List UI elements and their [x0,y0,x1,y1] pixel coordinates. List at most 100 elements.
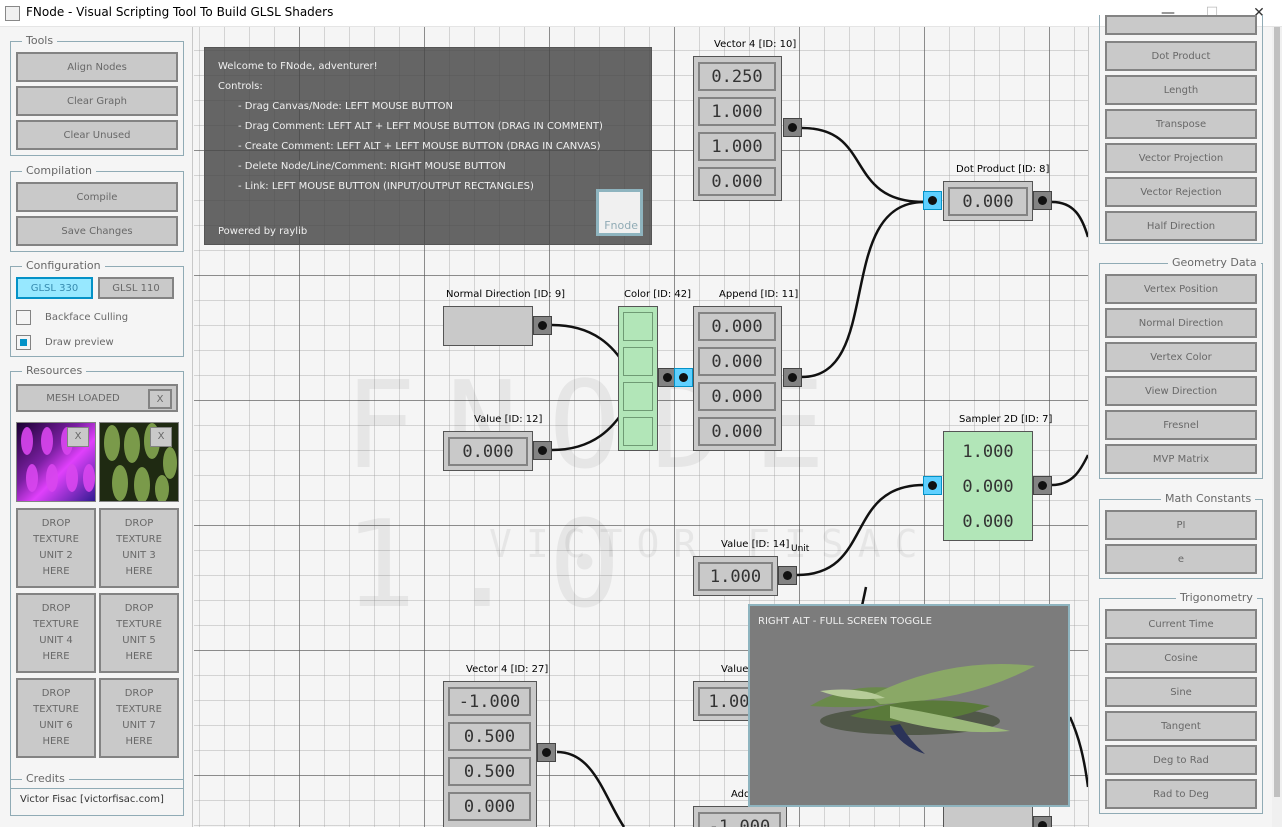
current-time-button[interactable]: Current Time [1105,609,1257,639]
value-field[interactable]: -1.000 [698,812,781,827]
align-nodes-button[interactable]: Align Nodes [16,52,178,82]
remove-texture-unit1-button[interactable]: X [150,427,172,447]
value-field[interactable]: 0.250 [698,62,776,91]
backface-culling-checkbox[interactable] [16,310,31,325]
sine-button[interactable]: Sine [1105,677,1257,707]
value-node-partial[interactable]: 1.00 [693,681,758,721]
draw-preview-checkbox[interactable] [16,335,31,350]
vertex-color-button[interactable]: Vertex Color [1105,342,1257,372]
scrollbar-thumb[interactable] [1274,27,1280,797]
rad-to-deg-button[interactable]: Rad to Deg [1105,779,1257,809]
output-port[interactable] [533,441,552,460]
value-field[interactable]: 0.000 [698,167,776,196]
e-button[interactable]: e [1105,544,1257,574]
vector-rejection-button[interactable]: Vector Rejection [1105,177,1257,207]
value-field[interactable]: 1.000 [698,562,773,591]
mvp-matrix-button[interactable]: MVP Matrix [1105,444,1257,474]
output-port[interactable] [533,316,552,335]
credits-link[interactable]: Victor Fisac [victorfisac.com] [20,794,164,805]
compile-button[interactable]: Compile [16,182,178,212]
value-field[interactable]: 0.500 [448,757,531,786]
node-partial-bottom-right[interactable] [943,806,1033,827]
add-node-partial[interactable]: -1.000 [693,806,787,827]
append-node-11[interactable]: 0.000 0.000 0.000 0.000 [693,306,782,451]
texture-thumbnail-unit1[interactable]: X [99,422,179,502]
sampler2d-node-7[interactable]: 1.000 0.000 0.000 [943,431,1033,541]
tangent-button[interactable]: Tangent [1105,711,1257,741]
value-field[interactable]: 0.000 [948,472,1028,501]
value-field[interactable]: 0.000 [698,417,776,446]
glsl110-button[interactable]: GLSL 110 [98,277,174,299]
drop-texture-unit3[interactable]: DROP TEXTURE UNIT 3 HERE [99,508,179,588]
dot-product-button[interactable]: Dot Product [1105,41,1257,71]
value-field[interactable]: -1.000 [448,687,531,716]
link-vec4-to-dot [801,126,925,204]
fresnel-button[interactable]: Fresnel [1105,410,1257,440]
color-channel[interactable] [623,382,653,411]
value-field[interactable]: 1.000 [698,132,776,161]
value-field[interactable]: 0.000 [948,507,1028,536]
drop-texture-unit2[interactable]: DROP TEXTURE UNIT 2 HERE [16,508,96,588]
value-node-14[interactable]: 1.000 [693,556,778,596]
link-dot-out [1051,200,1088,238]
welcome-comment[interactable]: Welcome to FNode, adventurer! Controls: … [204,47,652,245]
math-functions-group: Dot Product Length Transpose Vector Proj… [1099,15,1263,244]
texture-thumbnail-unit0[interactable]: X [16,422,96,502]
value-field[interactable]: 0.000 [948,187,1028,216]
value-field[interactable]: 0.500 [448,722,531,751]
view-direction-button[interactable]: View Direction [1105,376,1257,406]
color-channel[interactable] [623,347,653,376]
value-field[interactable]: 0.000 [698,347,776,376]
value-field[interactable]: 1.000 [948,437,1028,466]
color-node-42[interactable] [618,306,658,451]
color-channel[interactable] [623,312,653,341]
save-changes-button[interactable]: Save Changes [16,216,178,246]
value-field[interactable]: 0.000 [448,437,528,466]
drop-texture-unit7[interactable]: DROP TEXTURE UNIT 7 HERE [99,678,179,758]
value-field[interactable]: 0.000 [698,382,776,411]
input-port[interactable] [923,191,942,210]
unload-mesh-button[interactable]: X [148,389,172,409]
transpose-button[interactable]: Transpose [1105,109,1257,139]
controls-heading: Controls: [218,81,263,92]
glsl330-button[interactable]: GLSL 330 [16,277,93,299]
half-direction-button[interactable]: Half Direction [1105,211,1257,241]
cosine-button[interactable]: Cosine [1105,643,1257,673]
input-port[interactable] [674,368,693,387]
output-port[interactable] [1033,191,1052,210]
color-channel[interactable] [623,417,653,446]
preview-window[interactable]: RIGHT ALT - FULL SCREEN TOGGLE [748,604,1070,807]
output-port[interactable] [537,743,556,762]
remove-texture-unit0-button[interactable]: X [67,427,89,447]
length-button[interactable]: Length [1105,75,1257,105]
draw-preview-label: Draw preview [45,337,114,348]
drop-text: DROP [41,688,71,699]
pi-button[interactable]: PI [1105,510,1257,540]
node-canvas[interactable]: FNODE 1.0 VICTOR FISAC Welcome to FNode,… [194,27,1088,827]
node-button-partial[interactable] [1105,15,1257,35]
output-port[interactable] [783,118,802,137]
output-port[interactable] [1033,816,1052,827]
value-field[interactable]: 0.000 [448,792,531,821]
output-port[interactable] [783,368,802,387]
deg-to-rad-button[interactable]: Deg to Rad [1105,745,1257,775]
vector4-node-10[interactable]: 0.250 1.000 1.000 0.000 [693,56,782,201]
right-panel-scrollbar[interactable] [1272,27,1282,827]
value-field[interactable]: 0.000 [698,312,776,341]
clear-graph-button[interactable]: Clear Graph [16,86,178,116]
input-port[interactable] [923,476,942,495]
output-port[interactable] [1033,476,1052,495]
dot-product-node-8[interactable]: 0.000 [943,181,1033,221]
drop-texture-unit4[interactable]: DROP TEXTURE UNIT 4 HERE [16,593,96,673]
value-field[interactable]: 1.000 [698,97,776,126]
drop-texture-unit5[interactable]: DROP TEXTURE UNIT 5 HERE [99,593,179,673]
vector4-node-27[interactable]: -1.000 0.500 0.500 0.000 [443,681,537,827]
output-port[interactable] [778,566,797,585]
normal-direction-button[interactable]: Normal Direction [1105,308,1257,338]
normal-direction-node-9[interactable] [443,306,533,346]
vertex-position-button[interactable]: Vertex Position [1105,274,1257,304]
clear-unused-button[interactable]: Clear Unused [16,120,178,150]
vector-projection-button[interactable]: Vector Projection [1105,143,1257,173]
drop-texture-unit6[interactable]: DROP TEXTURE UNIT 6 HERE [16,678,96,758]
value-node-12[interactable]: 0.000 [443,431,533,471]
